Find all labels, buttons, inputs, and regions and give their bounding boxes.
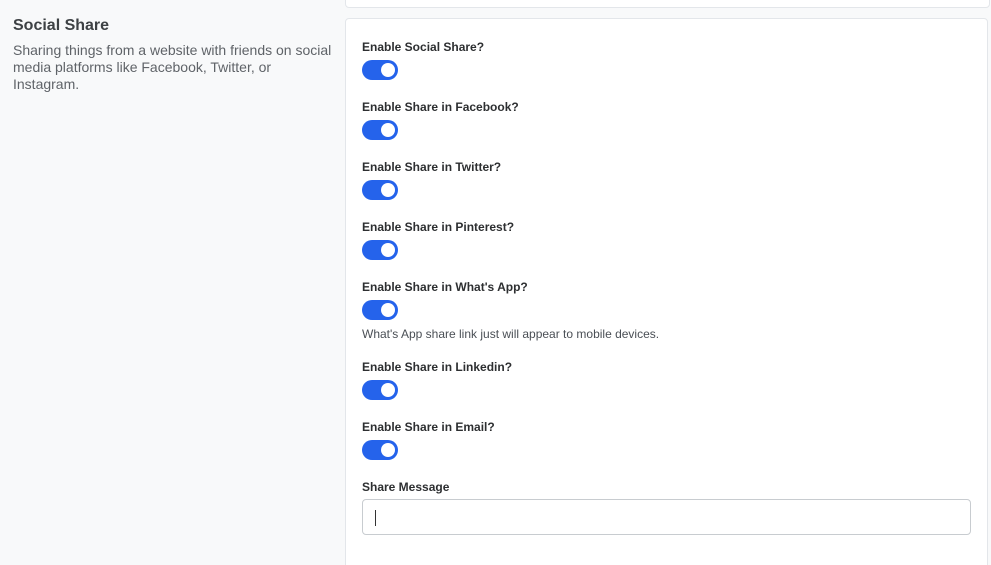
text-caret	[375, 510, 376, 526]
enable-whatsapp-toggle[interactable]	[362, 300, 398, 320]
section-description: Sharing things from a website with frien…	[13, 42, 332, 92]
previous-card	[345, 0, 990, 8]
setting-enable-social-share: Enable Social Share?	[362, 40, 484, 80]
social-share-card: Enable Social Share? Enable Share in Fac…	[345, 18, 988, 565]
setting-share-message: Share Message	[362, 480, 449, 494]
enable-social-share-toggle[interactable]	[362, 60, 398, 80]
setting-enable-email: Enable Share in Email?	[362, 420, 495, 460]
share-message-label: Share Message	[362, 480, 450, 494]
toggle-knob	[381, 243, 395, 257]
setting-label: Enable Social Share?	[362, 40, 485, 54]
share-message-input[interactable]	[362, 499, 971, 535]
setting-label: Enable Share in Facebook?	[362, 100, 519, 114]
setting-enable-facebook: Enable Share in Facebook?	[362, 100, 519, 140]
settings-page: Social Share Sharing things from a websi…	[0, 0, 991, 565]
toggle-knob	[381, 183, 395, 197]
enable-linkedin-toggle[interactable]	[362, 380, 398, 400]
section-title: Social Share	[13, 17, 110, 34]
setting-enable-pinterest: Enable Share in Pinterest?	[362, 220, 514, 260]
setting-label: Enable Share in Twitter?	[362, 160, 502, 174]
toggle-knob	[381, 303, 395, 317]
section-info: Social Share Sharing things from a websi…	[13, 16, 333, 93]
enable-twitter-toggle[interactable]	[362, 180, 398, 200]
setting-enable-linkedin: Enable Share in Linkedin?	[362, 360, 512, 400]
enable-pinterest-toggle[interactable]	[362, 240, 398, 260]
enable-facebook-toggle[interactable]	[362, 120, 398, 140]
toggle-knob	[381, 123, 395, 137]
setting-label: Enable Share in Email?	[362, 420, 495, 434]
toggle-knob	[381, 443, 395, 457]
whatsapp-help-text: What's App share link just will appear t…	[362, 327, 660, 341]
toggle-knob	[381, 383, 395, 397]
setting-enable-whatsapp: Enable Share in What's App? What's App s…	[362, 280, 659, 341]
setting-enable-twitter: Enable Share in Twitter?	[362, 160, 501, 200]
toggle-knob	[381, 63, 395, 77]
setting-label: Enable Share in Linkedin?	[362, 360, 513, 374]
setting-label: Enable Share in What's App?	[362, 280, 528, 294]
setting-label: Enable Share in Pinterest?	[362, 220, 515, 234]
enable-email-toggle[interactable]	[362, 440, 398, 460]
